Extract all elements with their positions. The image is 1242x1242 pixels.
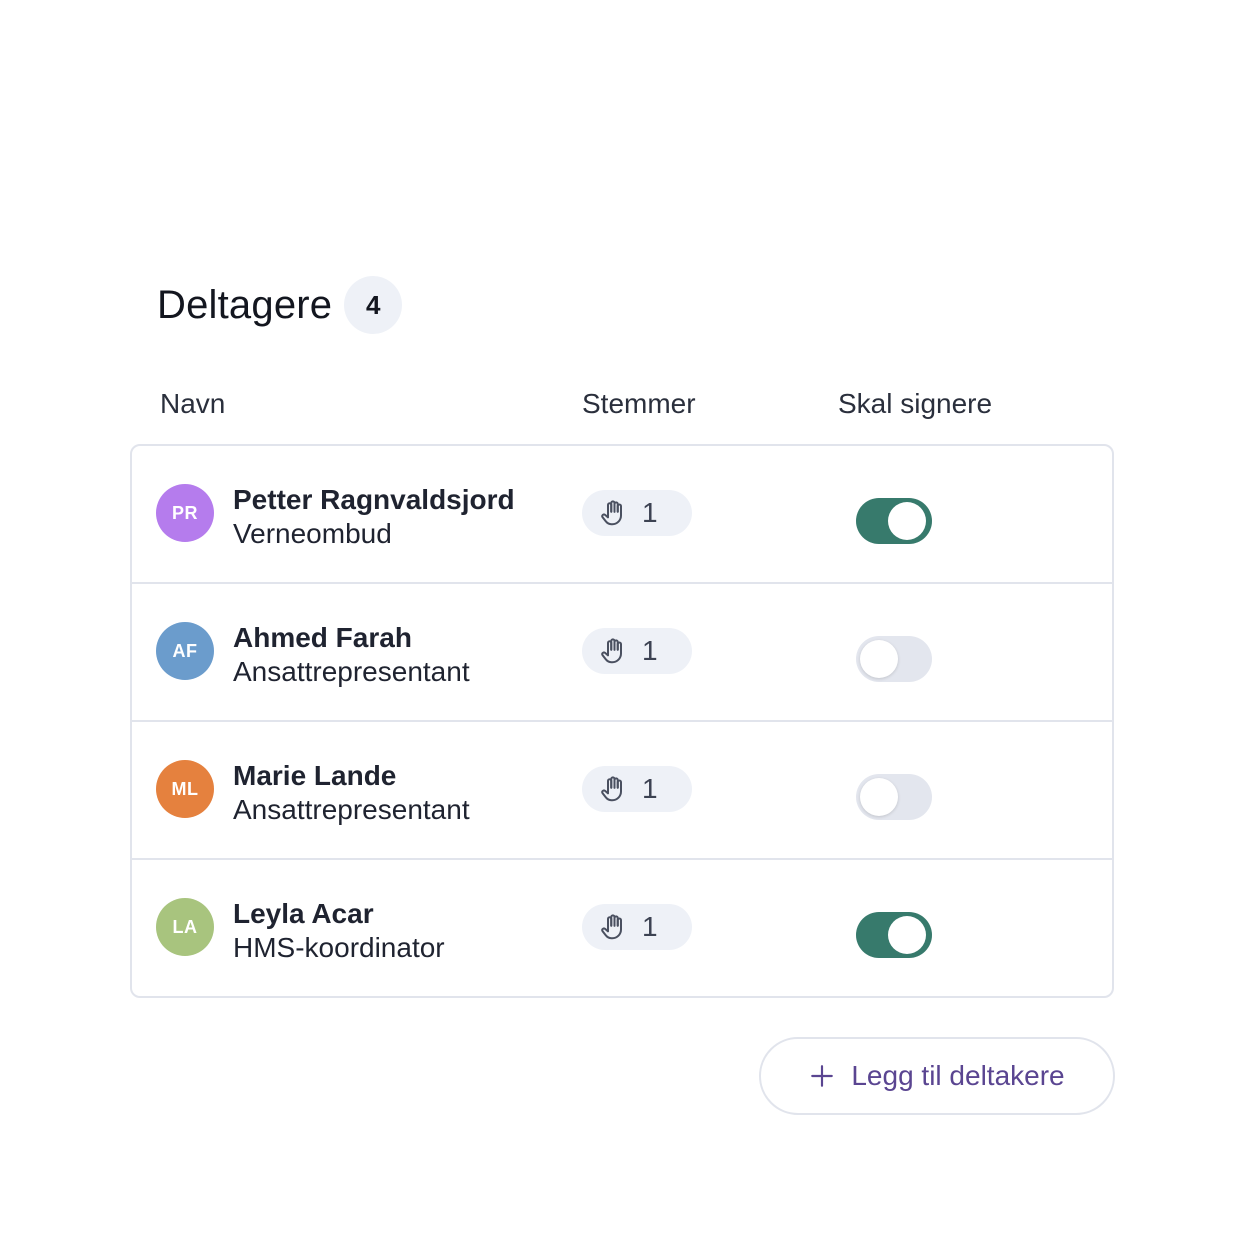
participant-row: LA Leyla Acar HMS-koordinator 1: [132, 860, 1112, 996]
must-sign-toggle[interactable]: [856, 774, 932, 820]
plus-icon: [811, 1065, 834, 1087]
votes-pill: 1: [582, 490, 692, 536]
toggle-knob: [888, 502, 926, 540]
toggle-knob: [888, 916, 926, 954]
must-sign-toggle[interactable]: [856, 498, 932, 544]
participant-role: Ansattrepresentant: [233, 656, 470, 687]
participant-role: Verneombud: [233, 518, 392, 549]
raised-hand-icon: [601, 914, 622, 940]
participant-name: Leyla Acar: [233, 898, 374, 929]
column-header-sign: Skal signere: [838, 388, 993, 419]
column-header-votes: Stemmer: [582, 388, 696, 419]
avatar: LA: [156, 898, 214, 956]
avatar: PR: [156, 484, 214, 542]
raised-hand-icon: [601, 776, 622, 802]
votes-count: 1: [642, 773, 658, 804]
participant-role: Ansattrepresentant: [233, 794, 470, 825]
avatar: AF: [156, 622, 214, 680]
toggle-knob: [860, 640, 898, 678]
participant-row: AF Ahmed Farah Ansattrepresentant 1: [132, 584, 1112, 722]
section-header: Deltagere 4: [157, 276, 403, 334]
votes-pill: 1: [582, 628, 692, 674]
must-sign-toggle[interactable]: [856, 636, 932, 682]
participant-name: Ahmed Farah: [233, 622, 412, 653]
votes-count: 1: [642, 911, 658, 942]
avatar: ML: [156, 760, 214, 818]
column-header-name: Navn: [160, 388, 226, 419]
toggle-knob: [860, 778, 898, 816]
participant-row: PR Petter Ragnvaldsjord Verneombud 1: [132, 446, 1112, 584]
must-sign-toggle[interactable]: [856, 912, 932, 958]
raised-hand-icon: [601, 638, 622, 664]
votes-count: 1: [642, 635, 658, 666]
add-participants-label: Legg til deltakere: [851, 1060, 1065, 1091]
participant-name: Petter Ragnvaldsjord: [233, 484, 515, 515]
add-participants-button[interactable]: Legg til deltakere: [759, 1037, 1115, 1115]
participant-name: Marie Lande: [233, 760, 397, 791]
votes-pill: 1: [582, 766, 692, 812]
participants-table: PR Petter Ragnvaldsjord Verneombud 1 AF …: [130, 444, 1114, 998]
section-title: Deltagere: [157, 282, 333, 327]
votes-count: 1: [642, 497, 658, 528]
participant-count-badge: 4: [344, 276, 403, 334]
participant-row: ML Marie Lande Ansattrepresentant 1: [132, 722, 1112, 860]
votes-pill: 1: [582, 904, 692, 950]
participant-role: HMS-koordinator: [233, 932, 445, 963]
table-column-headers: Navn Stemmer Skal signere: [0, 388, 1242, 422]
raised-hand-icon: [601, 500, 622, 526]
